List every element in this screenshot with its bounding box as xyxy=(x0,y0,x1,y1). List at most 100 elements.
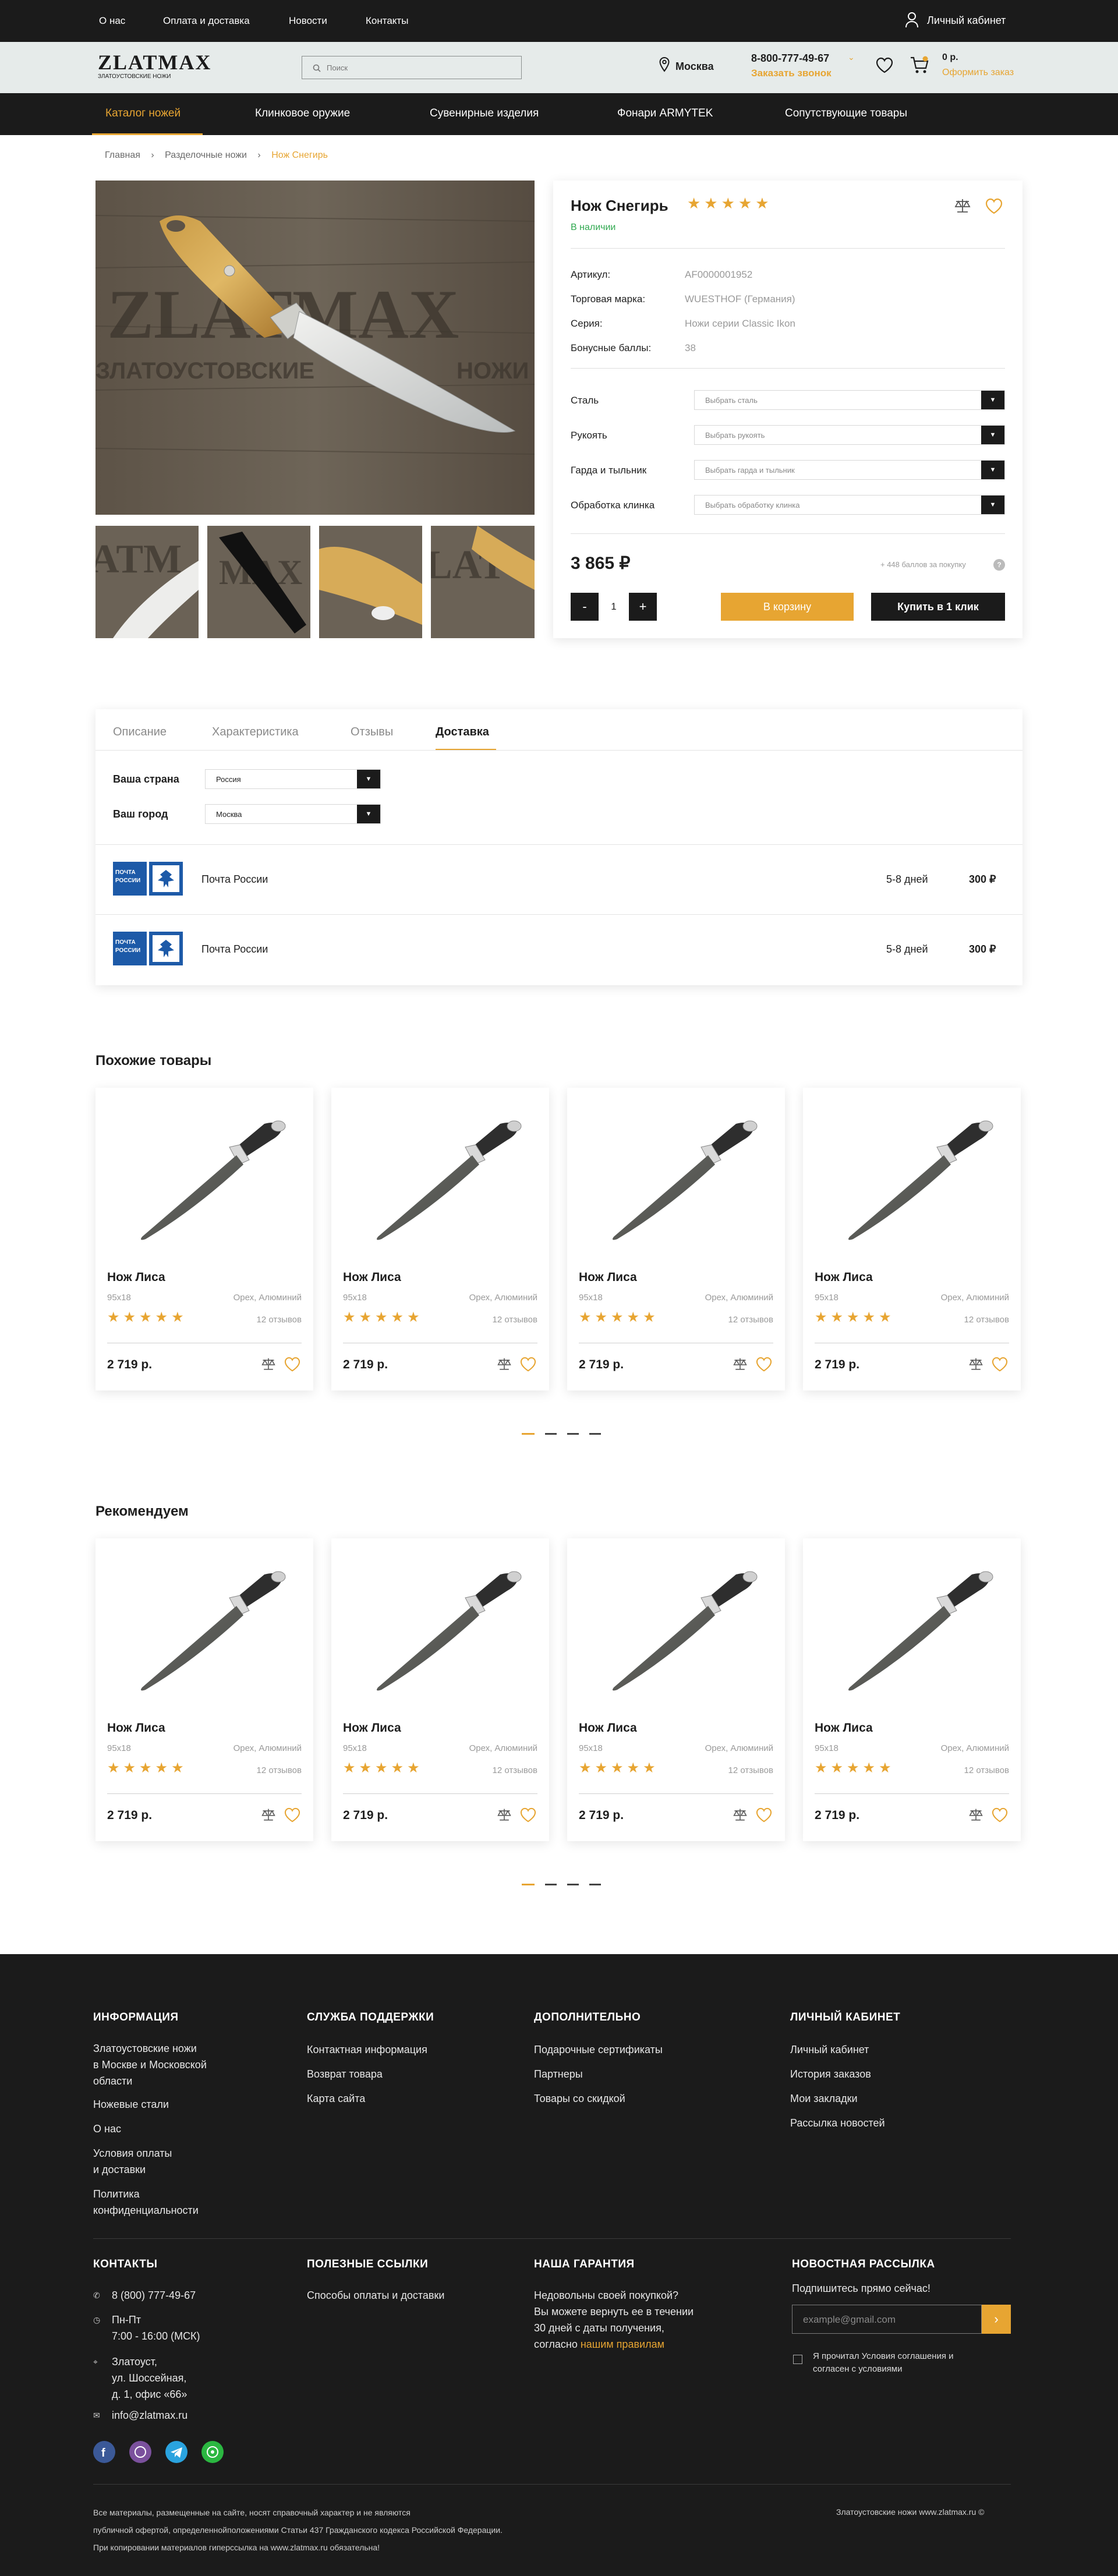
product-card[interactable]: Нож Лиса 95х18 Орех, Алюминий ★★★★★ 12 отзыв… xyxy=(331,1538,549,1841)
favorite-icon[interactable] xyxy=(520,1357,536,1372)
product-card[interactable]: Нож Лиса 95х18 Орех, Алюминий ★★★★★ 12 отзыв… xyxy=(567,1538,785,1841)
thumbnail-2[interactable]: MAX xyxy=(207,526,310,638)
compare-icon[interactable] xyxy=(497,1357,512,1372)
product-card-reviews[interactable]: 12 отзывов xyxy=(728,1765,773,1775)
top-link-contacts[interactable]: Контакты xyxy=(366,15,408,27)
product-card-reviews[interactable]: 12 отзывов xyxy=(964,1315,1009,1325)
cart-icon[interactable] xyxy=(910,56,929,75)
footer-link[interactable]: История заказов xyxy=(790,2066,871,2082)
compare-icon[interactable] xyxy=(954,198,971,214)
top-link-payment[interactable]: Оплата и доставка xyxy=(163,15,250,27)
country-select[interactable]: Россия ▼ xyxy=(205,769,381,789)
nav-item-accessories[interactable]: Сопутствующие товары xyxy=(785,107,907,120)
finish-select[interactable]: Выбрать обработку клинка ▼ xyxy=(694,495,1005,515)
facebook-icon[interactable]: f xyxy=(93,2441,115,2463)
footer-link[interactable]: Рассылка новостей xyxy=(790,2115,885,2131)
footer-link[interactable]: Личный кабинет xyxy=(790,2041,869,2058)
recommend-carousel-dots[interactable] xyxy=(522,1880,611,1890)
chevron-down-icon[interactable]: ⌄ xyxy=(848,52,855,62)
phone-number[interactable]: 8-800-777-49-67 xyxy=(751,52,829,65)
product-card-image[interactable] xyxy=(343,1550,537,1705)
product-card[interactable]: Нож Лиса 95х18 Орех, Алюминий ★★★★★ 12 отзыв… xyxy=(95,1538,313,1841)
tab-description[interactable]: Описание xyxy=(113,726,167,739)
thumbnail-3[interactable] xyxy=(319,526,422,638)
breadcrumb-home[interactable]: Главная xyxy=(105,150,140,160)
product-card-image[interactable] xyxy=(343,1099,537,1254)
tab-reviews[interactable]: Отзывы xyxy=(351,726,393,739)
compare-icon[interactable] xyxy=(733,1807,748,1823)
product-main-image[interactable]: ZLATMAX ЗЛАТОУСТОВСКИЕ НОЖИ xyxy=(95,181,535,515)
footer-link[interactable]: Условия оплаты и доставки xyxy=(93,2145,280,2178)
newsletter-email-input[interactable]: example@gmail.com xyxy=(792,2305,982,2334)
product-card-name[interactable]: Нож Лиса xyxy=(579,1721,637,1735)
product-card-name[interactable]: Нож Лиса xyxy=(107,1271,165,1285)
product-card-name[interactable]: Нож Лиса xyxy=(343,1721,401,1735)
product-card[interactable]: Нож Лиса 95х18 Орех, Алюминий ★★★★★ 12 отзыв… xyxy=(803,1538,1021,1841)
product-card[interactable]: Нож Лиса 95х18 Орех, Алюминий ★★★★★ 12 отзыв… xyxy=(803,1088,1021,1390)
favorite-icon[interactable] xyxy=(284,1357,300,1372)
product-card-image[interactable] xyxy=(815,1099,1009,1254)
product-card-name[interactable]: Нож Лиса xyxy=(107,1721,165,1735)
favorites-icon[interactable] xyxy=(876,57,893,73)
help-icon[interactable]: ? xyxy=(993,559,1005,571)
compare-icon[interactable] xyxy=(497,1807,512,1823)
footer-link[interactable]: Златоустовские ножи в Москве и Московско… xyxy=(93,2040,280,2089)
product-card-image[interactable] xyxy=(579,1099,773,1254)
city-select[interactable]: Москва ▼ xyxy=(205,804,381,824)
product-card-name[interactable]: Нож Лиса xyxy=(579,1271,637,1285)
compare-icon[interactable] xyxy=(733,1357,748,1372)
favorite-icon[interactable] xyxy=(756,1807,772,1823)
nav-item-souvenirs[interactable]: Сувенирные изделия xyxy=(430,107,539,120)
search-input[interactable]: Поиск xyxy=(302,56,522,79)
footer-link[interactable]: Политика конфиденциальности xyxy=(93,2186,280,2218)
account-link[interactable]: Личный кабинет xyxy=(927,15,1006,27)
subscribe-arrow-icon[interactable]: › xyxy=(982,2305,1011,2334)
product-card-reviews[interactable]: 12 отзывов xyxy=(728,1315,773,1325)
callback-link[interactable]: Заказать звонок xyxy=(751,68,832,79)
viber-icon[interactable] xyxy=(129,2441,151,2463)
footer-link[interactable]: Товары со скидкой xyxy=(534,2090,625,2107)
breadcrumb-category[interactable]: Разделочные ножи xyxy=(165,150,247,160)
favorite-icon[interactable] xyxy=(992,1357,1008,1372)
product-card[interactable]: Нож Лиса 95х18 Орех, Алюминий ★★★★★ 12 отзыв… xyxy=(567,1088,785,1390)
quantity-input[interactable]: 1 xyxy=(599,593,629,621)
city-selector[interactable]: Москва xyxy=(675,61,714,73)
nav-item-flashlights[interactable]: Фонари ARMYTEK xyxy=(617,107,713,120)
top-link-about[interactable]: О нас xyxy=(99,15,125,27)
product-card-image[interactable] xyxy=(579,1550,773,1705)
product-card-image[interactable] xyxy=(107,1099,302,1254)
footer-email[interactable]: info@zlatmax.ru xyxy=(112,2407,187,2423)
product-card[interactable]: Нож Лиса 95х18 Орех, Алюминий ★★★★★ 12 отзыв… xyxy=(331,1088,549,1390)
footer-link[interactable]: Возврат товара xyxy=(307,2066,383,2082)
thumbnail-1[interactable]: ATM xyxy=(95,526,199,638)
product-card-reviews[interactable]: 12 отзывов xyxy=(256,1765,302,1775)
product-card-image[interactable] xyxy=(107,1550,302,1705)
footer-link[interactable]: О нас xyxy=(93,2121,280,2137)
telegram-icon[interactable] xyxy=(165,2441,187,2463)
compare-icon[interactable] xyxy=(261,1807,276,1823)
checkout-link[interactable]: Оформить заказ xyxy=(942,68,1014,78)
product-card-name[interactable]: Нож Лиса xyxy=(815,1721,873,1735)
similar-carousel-dots[interactable] xyxy=(522,1429,611,1439)
user-icon[interactable] xyxy=(905,12,919,31)
whatsapp-icon[interactable] xyxy=(201,2441,224,2463)
footer-link[interactable]: Карта сайта xyxy=(307,2090,365,2107)
product-card-reviews[interactable]: 12 отзывов xyxy=(492,1315,537,1325)
product-card-reviews[interactable]: 12 отзывов xyxy=(964,1765,1009,1775)
footer-link[interactable]: Мои закладки xyxy=(790,2090,858,2107)
favorite-icon[interactable] xyxy=(985,198,1003,214)
quantity-plus-button[interactable]: + xyxy=(629,593,657,621)
compare-icon[interactable] xyxy=(968,1357,983,1372)
product-card-reviews[interactable]: 12 отзывов xyxy=(256,1315,302,1325)
product-card-name[interactable]: Нож Лиса xyxy=(343,1271,401,1285)
favorite-icon[interactable] xyxy=(992,1807,1008,1823)
guard-select[interactable]: Выбрать гарда и тыльник ▼ xyxy=(694,460,1005,480)
thumbnail-4[interactable]: LAT xyxy=(431,526,535,638)
tab-characteristics[interactable]: Характеристика xyxy=(212,726,299,739)
footer-link[interactable]: Контактная информация xyxy=(307,2041,427,2058)
footer-link[interactable]: Партнеры xyxy=(534,2066,583,2082)
favorite-icon[interactable] xyxy=(756,1357,772,1372)
favorite-icon[interactable] xyxy=(520,1807,536,1823)
add-to-cart-button[interactable]: В корзину xyxy=(721,593,854,621)
tab-delivery[interactable]: Доставка xyxy=(436,726,489,739)
